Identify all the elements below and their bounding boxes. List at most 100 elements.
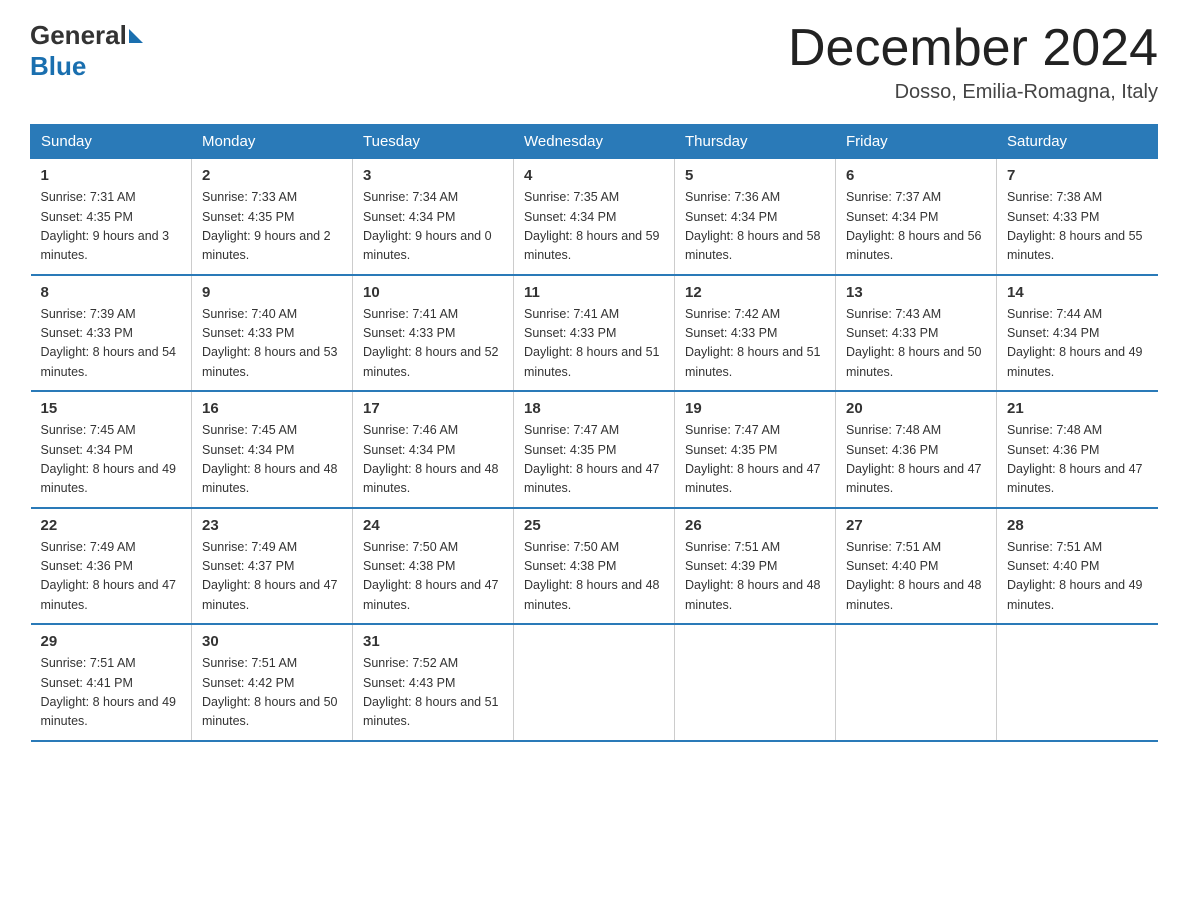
day-number: 3 xyxy=(363,167,503,184)
day-info: Sunrise: 7:35 AMSunset: 4:34 PMDaylight:… xyxy=(524,188,664,266)
calendar-cell: 8 Sunrise: 7:39 AMSunset: 4:33 PMDaylight… xyxy=(31,275,192,392)
day-info: Sunrise: 7:51 AMSunset: 4:39 PMDaylight:… xyxy=(685,538,825,616)
day-info: Sunrise: 7:47 AMSunset: 4:35 PMDaylight:… xyxy=(685,421,825,499)
day-info: Sunrise: 7:51 AMSunset: 4:42 PMDaylight:… xyxy=(202,654,342,732)
day-number: 7 xyxy=(1007,167,1148,184)
calendar-cell: 3 Sunrise: 7:34 AMSunset: 4:34 PMDaylight… xyxy=(353,159,514,275)
calendar-week-row: 29 Sunrise: 7:51 AMSunset: 4:41 PMDayligh… xyxy=(31,624,1158,741)
day-info: Sunrise: 7:43 AMSunset: 4:33 PMDaylight:… xyxy=(846,305,986,383)
day-info: Sunrise: 7:51 AMSunset: 4:40 PMDaylight:… xyxy=(846,538,986,616)
day-number: 11 xyxy=(524,284,664,301)
calendar-cell: 14 Sunrise: 7:44 AMSunset: 4:34 PMDayligh… xyxy=(997,275,1158,392)
day-info: Sunrise: 7:40 AMSunset: 4:33 PMDaylight:… xyxy=(202,305,342,383)
day-info: Sunrise: 7:50 AMSunset: 4:38 PMDaylight:… xyxy=(363,538,503,616)
day-number: 2 xyxy=(202,167,342,184)
logo: General Blue xyxy=(30,20,145,82)
calendar-cell: 20 Sunrise: 7:48 AMSunset: 4:36 PMDayligh… xyxy=(836,391,997,508)
day-number: 15 xyxy=(41,400,182,417)
day-info: Sunrise: 7:41 AMSunset: 4:33 PMDaylight:… xyxy=(524,305,664,383)
day-number: 1 xyxy=(41,167,182,184)
day-number: 5 xyxy=(685,167,825,184)
day-number: 12 xyxy=(685,284,825,301)
calendar-cell: 13 Sunrise: 7:43 AMSunset: 4:33 PMDayligh… xyxy=(836,275,997,392)
day-info: Sunrise: 7:52 AMSunset: 4:43 PMDaylight:… xyxy=(363,654,503,732)
day-number: 28 xyxy=(1007,517,1148,534)
day-info: Sunrise: 7:38 AMSunset: 4:33 PMDaylight:… xyxy=(1007,188,1148,266)
day-number: 13 xyxy=(846,284,986,301)
calendar-cell: 12 Sunrise: 7:42 AMSunset: 4:33 PMDayligh… xyxy=(675,275,836,392)
day-number: 26 xyxy=(685,517,825,534)
day-number: 19 xyxy=(685,400,825,417)
calendar-week-row: 1Sunrise: 7:31 AMSunset: 4:35 PMDaylight… xyxy=(31,159,1158,275)
col-header-monday: Monday xyxy=(192,125,353,159)
day-info: Sunrise: 7:51 AMSunset: 4:41 PMDaylight:… xyxy=(41,654,182,732)
col-header-saturday: Saturday xyxy=(997,125,1158,159)
day-number: 17 xyxy=(363,400,503,417)
day-number: 18 xyxy=(524,400,664,417)
day-info: Sunrise: 7:42 AMSunset: 4:33 PMDaylight:… xyxy=(685,305,825,383)
day-info: Sunrise: 7:34 AMSunset: 4:34 PMDaylight:… xyxy=(363,188,503,266)
day-number: 22 xyxy=(41,517,182,534)
day-number: 30 xyxy=(202,633,342,650)
day-info: Sunrise: 7:48 AMSunset: 4:36 PMDaylight:… xyxy=(846,421,986,499)
calendar-cell: 28 Sunrise: 7:51 AMSunset: 4:40 PMDayligh… xyxy=(997,508,1158,625)
calendar-cell: 2 Sunrise: 7:33 AMSunset: 4:35 PMDaylight… xyxy=(192,159,353,275)
calendar-cell: 18Sunrise: 7:47 AMSunset: 4:35 PMDayligh… xyxy=(514,391,675,508)
logo-arrow-icon xyxy=(129,29,143,43)
calendar-cell: 16 Sunrise: 7:45 AMSunset: 4:34 PMDayligh… xyxy=(192,391,353,508)
day-number: 31 xyxy=(363,633,503,650)
calendar-cell: 25 Sunrise: 7:50 AMSunset: 4:38 PMDayligh… xyxy=(514,508,675,625)
day-info: Sunrise: 7:50 AMSunset: 4:38 PMDaylight:… xyxy=(524,538,664,616)
day-info: Sunrise: 7:49 AMSunset: 4:36 PMDaylight:… xyxy=(41,538,182,616)
day-number: 21 xyxy=(1007,400,1148,417)
day-info: Sunrise: 7:45 AMSunset: 4:34 PMDaylight:… xyxy=(202,421,342,499)
calendar-week-row: 22 Sunrise: 7:49 AMSunset: 4:36 PMDayligh… xyxy=(31,508,1158,625)
day-info: Sunrise: 7:36 AMSunset: 4:34 PMDaylight:… xyxy=(685,188,825,266)
calendar-cell: 6 Sunrise: 7:37 AMSunset: 4:34 PMDaylight… xyxy=(836,159,997,275)
day-number: 20 xyxy=(846,400,986,417)
calendar-cell: 31 Sunrise: 7:52 AMSunset: 4:43 PMDayligh… xyxy=(353,624,514,741)
day-number: 8 xyxy=(41,284,182,301)
col-header-tuesday: Tuesday xyxy=(353,125,514,159)
day-info: Sunrise: 7:33 AMSunset: 4:35 PMDaylight:… xyxy=(202,188,342,266)
day-info: Sunrise: 7:49 AMSunset: 4:37 PMDaylight:… xyxy=(202,538,342,616)
calendar-cell: 1Sunrise: 7:31 AMSunset: 4:35 PMDaylight… xyxy=(31,159,192,275)
col-header-thursday: Thursday xyxy=(675,125,836,159)
day-info: Sunrise: 7:39 AMSunset: 4:33 PMDaylight:… xyxy=(41,305,182,383)
day-info: Sunrise: 7:37 AMSunset: 4:34 PMDaylight:… xyxy=(846,188,986,266)
logo-general-text: General xyxy=(30,20,127,51)
calendar-cell: 29 Sunrise: 7:51 AMSunset: 4:41 PMDayligh… xyxy=(31,624,192,741)
calendar-table: SundayMondayTuesdayWednesdayThursdayFrid… xyxy=(30,124,1158,742)
col-header-friday: Friday xyxy=(836,125,997,159)
calendar-week-row: 8 Sunrise: 7:39 AMSunset: 4:33 PMDaylight… xyxy=(31,275,1158,392)
col-header-wednesday: Wednesday xyxy=(514,125,675,159)
calendar-cell: 27Sunrise: 7:51 AMSunset: 4:40 PMDayligh… xyxy=(836,508,997,625)
day-number: 16 xyxy=(202,400,342,417)
calendar-week-row: 15 Sunrise: 7:45 AMSunset: 4:34 PMDayligh… xyxy=(31,391,1158,508)
day-number: 25 xyxy=(524,517,664,534)
day-info: Sunrise: 7:46 AMSunset: 4:34 PMDaylight:… xyxy=(363,421,503,499)
title-block: December 2024 Dosso, Emilia-Romagna, Ita… xyxy=(788,20,1158,104)
calendar-cell: 10Sunrise: 7:41 AMSunset: 4:33 PMDayligh… xyxy=(353,275,514,392)
calendar-cell: 19 Sunrise: 7:47 AMSunset: 4:35 PMDayligh… xyxy=(675,391,836,508)
day-number: 23 xyxy=(202,517,342,534)
day-info: Sunrise: 7:44 AMSunset: 4:34 PMDaylight:… xyxy=(1007,305,1148,383)
day-info: Sunrise: 7:48 AMSunset: 4:36 PMDaylight:… xyxy=(1007,421,1148,499)
day-number: 29 xyxy=(41,633,182,650)
day-number: 14 xyxy=(1007,284,1148,301)
calendar-cell: 15Sunrise: 7:45 AMSunset: 4:34 PMDayligh… xyxy=(31,391,192,508)
calendar-cell xyxy=(514,624,675,741)
calendar-cell: 23 Sunrise: 7:49 AMSunset: 4:37 PMDayligh… xyxy=(192,508,353,625)
day-number: 10 xyxy=(363,284,503,301)
calendar-cell xyxy=(675,624,836,741)
day-number: 4 xyxy=(524,167,664,184)
page-header: General Blue December 2024 Dosso, Emilia… xyxy=(30,20,1158,104)
calendar-cell xyxy=(836,624,997,741)
calendar-cell: 21 Sunrise: 7:48 AMSunset: 4:36 PMDayligh… xyxy=(997,391,1158,508)
calendar-cell: 30 Sunrise: 7:51 AMSunset: 4:42 PMDayligh… xyxy=(192,624,353,741)
day-number: 6 xyxy=(846,167,986,184)
calendar-cell: 7 Sunrise: 7:38 AMSunset: 4:33 PMDaylight… xyxy=(997,159,1158,275)
calendar-cell: 17 Sunrise: 7:46 AMSunset: 4:34 PMDayligh… xyxy=(353,391,514,508)
calendar-cell: 22 Sunrise: 7:49 AMSunset: 4:36 PMDayligh… xyxy=(31,508,192,625)
day-info: Sunrise: 7:51 AMSunset: 4:40 PMDaylight:… xyxy=(1007,538,1148,616)
